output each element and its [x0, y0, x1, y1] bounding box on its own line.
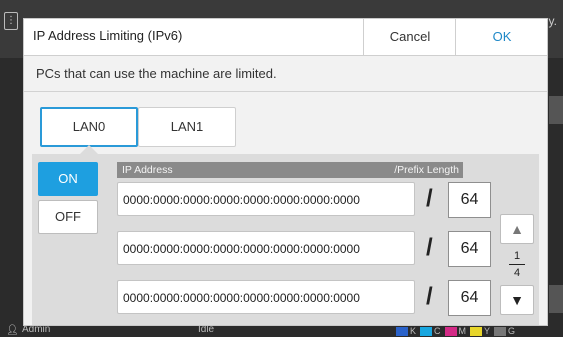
ip-list-panel: ON OFF IP Address /Prefix Length 0000:00…: [32, 154, 539, 325]
background-button-strip: [549, 285, 563, 313]
cancel-button[interactable]: Cancel: [363, 19, 456, 55]
background-text: y.: [548, 14, 557, 28]
on-button[interactable]: ON: [38, 162, 98, 196]
table-header: IP Address /Prefix Length: [117, 162, 463, 178]
ip-address-field[interactable]: 0000:0000:0000:0000:0000:0000:0000:0000: [117, 280, 415, 314]
background-button-strip: [549, 96, 563, 124]
tab-lan0[interactable]: LAN0: [40, 107, 138, 147]
table-row: 0000:0000:0000:0000:0000:0000:0000:0000 …: [117, 231, 497, 269]
prefix-separator: /: [426, 234, 433, 261]
ip-address-field[interactable]: 0000:0000:0000:0000:0000:0000:0000:0000: [117, 231, 415, 265]
prefix-length-field[interactable]: 64: [448, 280, 491, 316]
page-indicator: 1 4: [500, 250, 534, 279]
total-pages: 4: [513, 267, 521, 279]
ink-g: G: [494, 325, 515, 337]
table-row: 0000:0000:0000:0000:0000:0000:0000:0000 …: [117, 280, 497, 318]
ink-y: Y: [470, 325, 490, 337]
dialog-title: IP Address Limiting (IPv6): [33, 28, 183, 43]
ink-levels: K C M Y G: [396, 325, 515, 337]
prefix-length-field[interactable]: 64: [448, 231, 491, 267]
dialog-titlebar: IP Address Limiting (IPv6) Cancel OK: [24, 19, 547, 56]
user-icon: 👤︎: [6, 325, 19, 336]
ink-m: M: [444, 325, 466, 337]
table-row: 0000:0000:0000:0000:0000:0000:0000:0000 …: [117, 182, 497, 220]
ip-address-field[interactable]: 0000:0000:0000:0000:0000:0000:0000:0000: [117, 182, 415, 216]
tab-lan1[interactable]: LAN1: [138, 107, 236, 147]
page-divider: [509, 264, 525, 265]
ink-c: C: [420, 325, 441, 337]
prefix-separator: /: [426, 185, 433, 212]
background-menu-icon: ⋮: [4, 12, 18, 30]
header-prefix-length: /Prefix Length: [394, 164, 459, 176]
page-up-button[interactable]: ▲: [500, 214, 534, 244]
divider: [24, 91, 547, 92]
prefix-length-field[interactable]: 64: [448, 182, 491, 218]
page-down-button[interactable]: ▼: [500, 285, 534, 315]
prefix-separator: /: [426, 283, 433, 310]
selected-tab-pointer: [80, 145, 98, 154]
ip-limiting-dialog: IP Address Limiting (IPv6) Cancel OK PCs…: [23, 18, 548, 326]
ok-button[interactable]: OK: [455, 19, 547, 55]
current-page: 1: [513, 250, 521, 262]
header-ip-address: IP Address: [122, 164, 173, 176]
on-off-toggle: ON OFF: [38, 162, 100, 238]
dialog-message: PCs that can use the machine are limited…: [36, 66, 277, 81]
pager: ▲ 1 4 ▼: [500, 214, 534, 315]
ink-k: K: [396, 325, 416, 337]
off-button[interactable]: OFF: [38, 200, 98, 234]
